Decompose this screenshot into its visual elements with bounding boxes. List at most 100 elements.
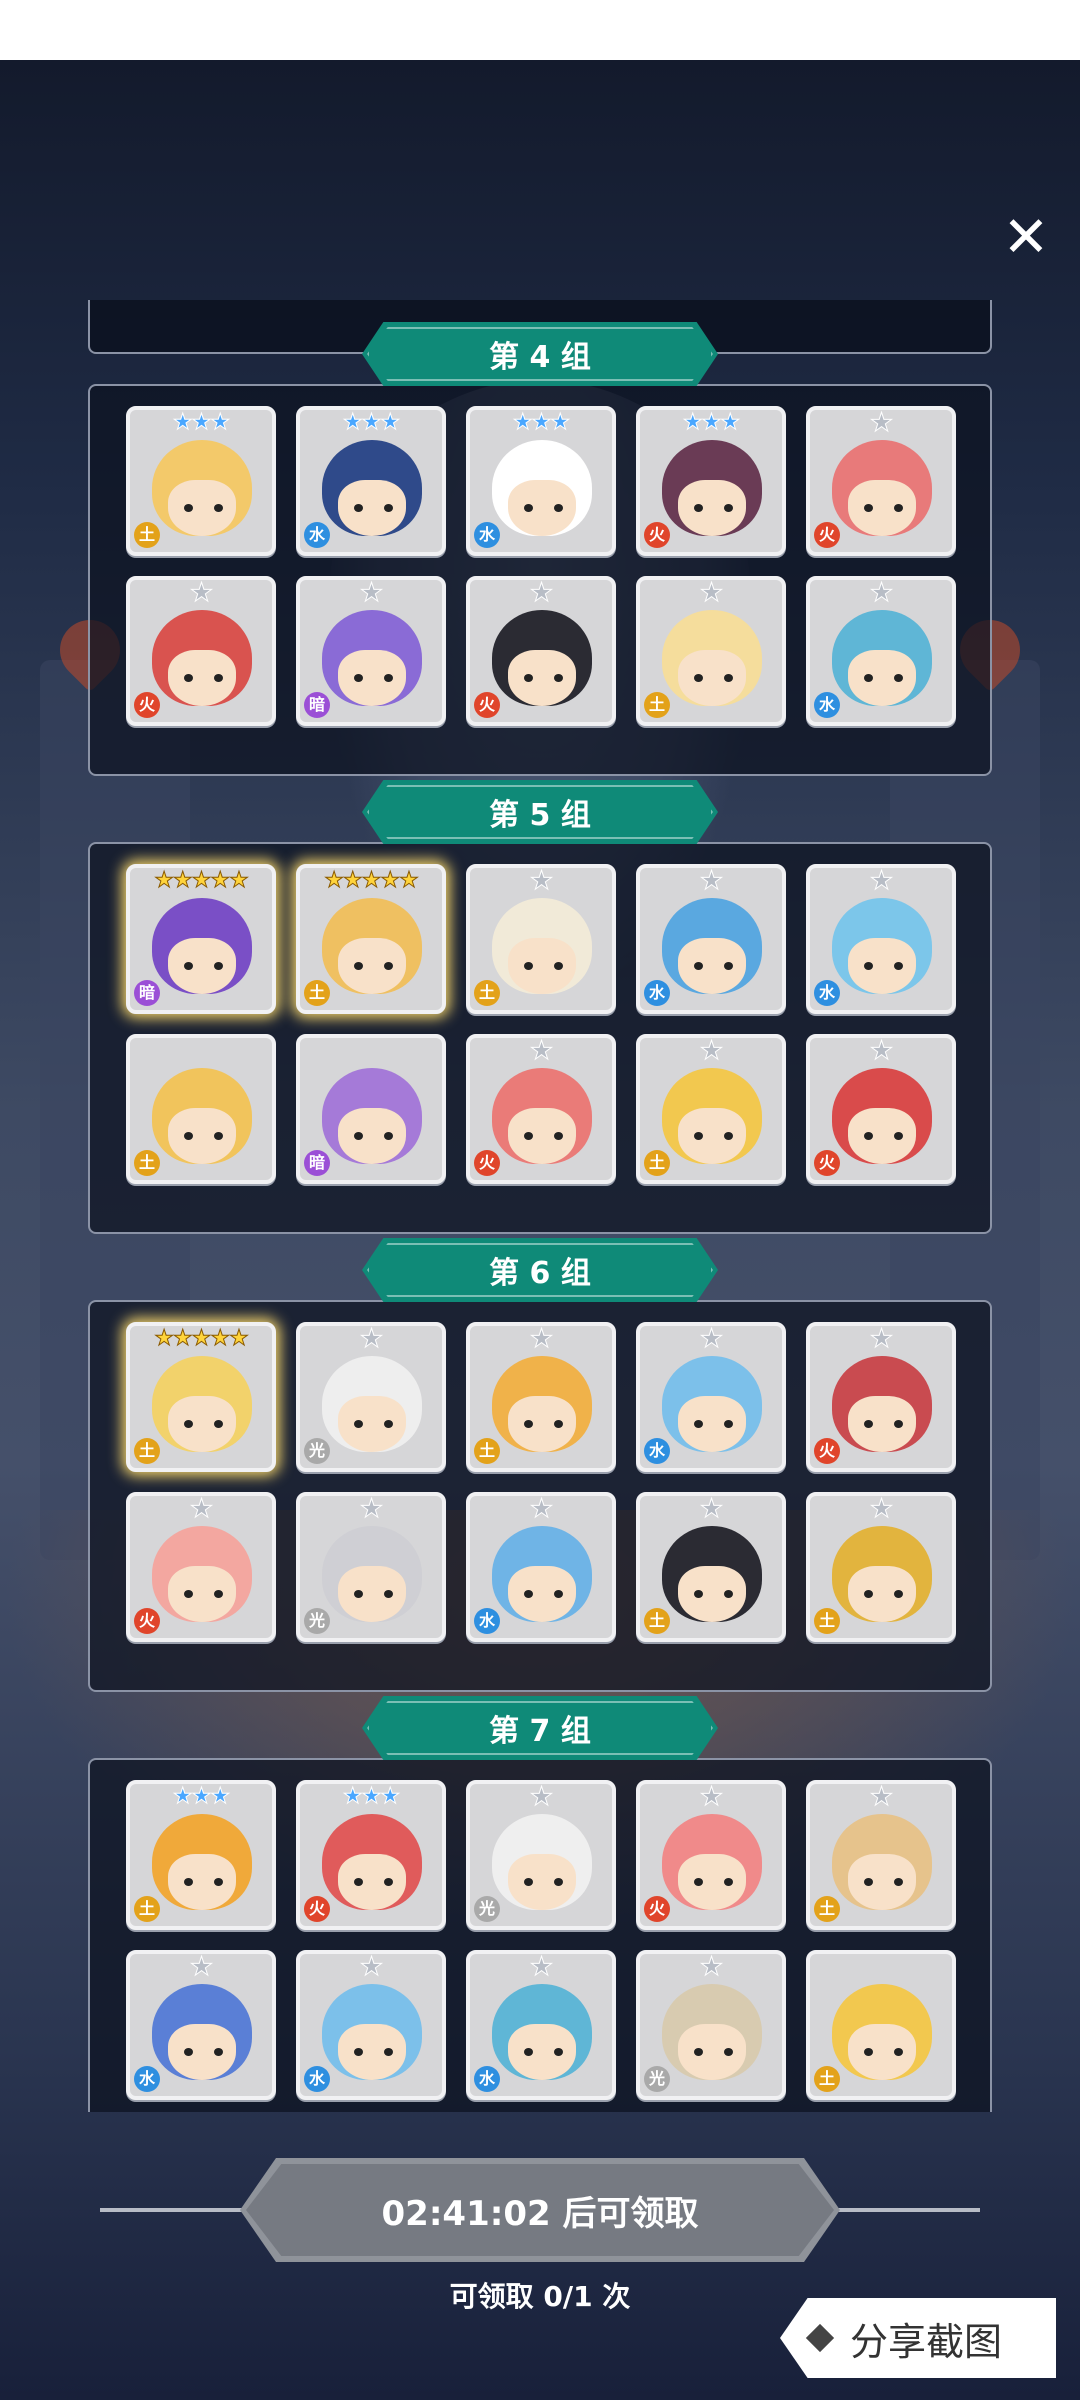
hero-eye [354,1590,363,1598]
hero-card[interactable]: ★ 水 [636,864,786,1014]
hero-card[interactable]: ★ 土 [636,1034,786,1184]
group-list[interactable]: ★★★ 土 ★★★ 水 ★★★ 水 ★★★ 火 ★ 火 ★ 火 ★ 暗 ★ 火 ★ 土 ★ 水第 4 组 ★★★★★ 暗 ★… [0,300,1080,2112]
hero-card[interactable]: ★ 火 [806,1034,956,1184]
divider-line [100,2208,250,2212]
hero-eye [724,1132,733,1140]
hero-card[interactable]: ★★★ 水 [296,406,446,556]
hero-card[interactable]: ★ 火 [806,1322,956,1472]
dark-element-icon: 暗 [304,692,330,718]
hero-card[interactable]: ★★★ 火 [636,406,786,556]
hero-card[interactable]: ★ 火 [126,576,276,726]
group-title: 第 6 组 [489,1256,591,1291]
star-rating: ★ [699,1494,723,1524]
hero-card[interactable]: ★ 水 [466,1950,616,2100]
fire-element-icon: 火 [474,692,500,718]
earth-element-icon: 土 [134,1438,160,1464]
hero-eye [724,2048,733,2056]
hero-card[interactable]: ★ 光 [296,1492,446,1642]
hero-card[interactable]: ★ 火 [466,576,616,726]
hero-card[interactable]: ★ 光 [296,1322,446,1472]
hero-eye [384,1132,393,1140]
hero-card[interactable]: 土 [126,1034,276,1184]
hero-card[interactable]: ★★★★★ 暗 [126,864,276,1014]
hero-eye [724,962,733,970]
hero-card[interactable]: ★★★ 火 [296,1780,446,1930]
hero-eye [554,1420,563,1428]
hero-card[interactable]: ★ 火 [466,1034,616,1184]
water-element-icon: 水 [644,980,670,1006]
hero-face [338,1566,406,1622]
hero-eye [554,1590,563,1598]
hero-card[interactable]: ★ 土 [466,864,616,1014]
hero-card[interactable]: ★ 水 [806,576,956,726]
water-element-icon: 水 [304,522,330,548]
claim-timer-button[interactable]: 02:41:02 后可领取 [240,2158,840,2262]
hero-face [508,650,576,706]
hero-card[interactable]: ★★★★★ 土 [296,864,446,1014]
hero-eye [694,1132,703,1140]
earth-element-icon: 土 [474,1438,500,1464]
hero-face [168,1854,236,1910]
hero-face [338,650,406,706]
hero-eye [214,1590,223,1598]
hero-card[interactable]: ★ 火 [806,406,956,556]
hero-face [338,1108,406,1164]
hero-card[interactable]: ★ 火 [636,1780,786,1930]
hero-card[interactable]: ★ 水 [126,1950,276,2100]
hero-face [678,480,746,536]
star-rating: ★ [699,1782,723,1812]
star-rating: ★ [359,1952,383,1982]
hero-card[interactable]: ★ 土 [636,1492,786,1642]
hero-card[interactable]: ★ 暗 [296,576,446,726]
light-element-icon: 光 [474,1896,500,1922]
star-rating: ★★★ [342,410,400,436]
hero-eye [694,962,703,970]
close-icon[interactable]: ✕ [996,208,1056,268]
light-element-icon: 光 [304,1438,330,1464]
hero-card[interactable]: ★ 水 [466,1492,616,1642]
hero-eye [554,674,563,682]
fire-element-icon: 火 [814,522,840,548]
hero-face [678,1566,746,1622]
hero-card[interactable]: ★ 土 [466,1322,616,1472]
hero-eye [864,1878,873,1886]
hero-face [168,938,236,994]
hero-card[interactable]: ★★★ 土 [126,406,276,556]
hero-eye [354,1878,363,1886]
hero-card[interactable]: ★ 土 [806,1492,956,1642]
fire-element-icon: 火 [304,1896,330,1922]
earth-element-icon: 土 [814,1896,840,1922]
hero-face [338,2024,406,2080]
hero-card[interactable]: ★ 水 [636,1322,786,1472]
water-element-icon: 水 [474,1608,500,1634]
hero-card[interactable]: ★★★★★ 土 [126,1322,276,1472]
hero-card[interactable]: ★ 光 [636,1950,786,2100]
hero-eye [384,1878,393,1886]
hero-card[interactable]: ★ 火 [126,1492,276,1642]
hero-card[interactable]: 暗 [296,1034,446,1184]
hero-card[interactable]: ★★★ 水 [466,406,616,556]
hero-eye [694,1590,703,1598]
hero-card[interactable]: ★ 土 [636,576,786,726]
hero-card[interactable]: ★ 水 [806,864,956,1014]
hero-card[interactable]: ★★★ 土 [126,1780,276,1930]
hero-eye [184,1420,193,1428]
earth-element-icon: 土 [644,1608,670,1634]
hero-face [678,650,746,706]
hero-eye [184,1590,193,1598]
star-rating: ★ [359,1324,383,1354]
hero-eye [864,1590,873,1598]
share-screenshot-button[interactable]: 分享截图 [780,2298,1056,2378]
hero-eye [214,504,223,512]
group-title: 第 4 组 [489,340,591,375]
earth-element-icon: 土 [134,1896,160,1922]
hero-eye [354,1132,363,1140]
fire-element-icon: 火 [814,1150,840,1176]
star-rating: ★★★ [682,410,740,436]
hero-card[interactable]: 土 [806,1950,956,2100]
hero-eye [214,962,223,970]
hero-card[interactable]: ★ 水 [296,1950,446,2100]
hero-eye [354,2048,363,2056]
hero-card[interactable]: ★ 光 [466,1780,616,1930]
hero-card[interactable]: ★ 土 [806,1780,956,1930]
